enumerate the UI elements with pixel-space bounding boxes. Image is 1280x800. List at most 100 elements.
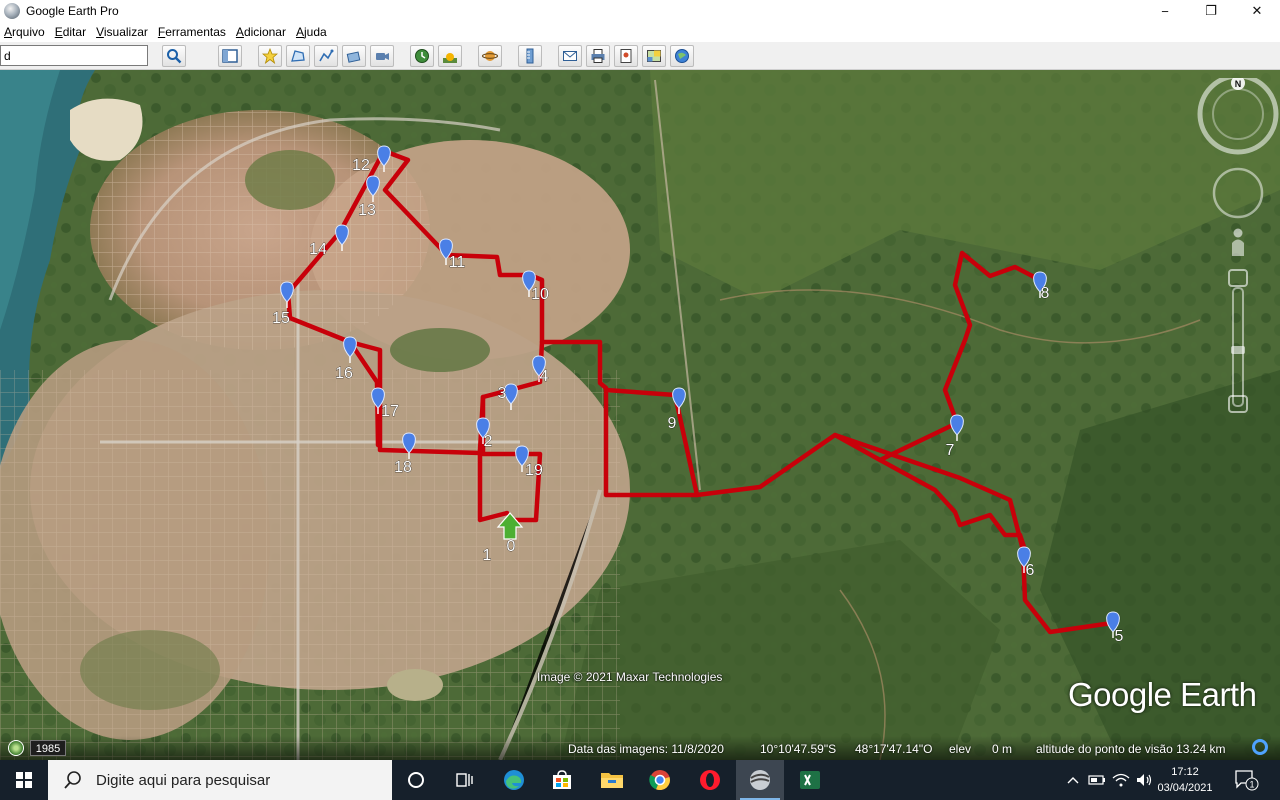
placemark-2[interactable]: 2 xyxy=(476,417,493,450)
pin-icon xyxy=(504,383,518,405)
compass-ring[interactable]: N xyxy=(1197,78,1279,155)
save-image-button[interactable] xyxy=(614,45,638,67)
historical-imagery-icon[interactable] xyxy=(8,740,24,756)
menu-ajuda[interactable]: Ajuda xyxy=(292,25,333,39)
path-icon xyxy=(319,49,334,62)
menu-editar[interactable]: Editar xyxy=(51,25,92,39)
history-icon xyxy=(415,49,429,63)
placemark-label: 7 xyxy=(946,442,955,459)
taskbar-search-box[interactable]: Digite aqui para pesquisar xyxy=(48,760,392,800)
print-icon xyxy=(591,49,605,63)
tray-overflow-button[interactable] xyxy=(1062,760,1084,800)
sunlight-button[interactable] xyxy=(438,45,462,67)
file-explorer-button[interactable] xyxy=(588,760,636,800)
placemark-14[interactable]: 14 xyxy=(309,224,349,258)
chrome-icon xyxy=(649,770,670,791)
menu-visualizar[interactable]: Visualizar xyxy=(92,25,154,39)
sidebar-toggle-button[interactable] xyxy=(218,45,242,67)
email-button[interactable] xyxy=(558,45,582,67)
store-button[interactable] xyxy=(538,760,586,800)
placemark-3[interactable]: 3 xyxy=(497,383,518,410)
start-button[interactable] xyxy=(0,760,48,800)
opera-icon xyxy=(700,770,720,790)
placemark-label: 15 xyxy=(272,310,290,327)
excel-button[interactable] xyxy=(786,760,834,800)
placemark-5[interactable]: 5 xyxy=(1106,611,1124,645)
google-maps-button[interactable] xyxy=(670,45,694,67)
search-button[interactable] xyxy=(162,45,186,67)
add-path-button[interactable] xyxy=(314,45,338,67)
map-viewport[interactable]: 0 1 2 3 4 5 6 7 8 9 10 11 12 13 14 15 16 17 18 19 N Image ©… xyxy=(0,70,1280,760)
placemark-6[interactable]: 6 xyxy=(1017,546,1035,579)
placemark-1[interactable]: 1 xyxy=(482,547,492,565)
placemark-8[interactable]: 8 xyxy=(1033,271,1050,302)
placemark-13[interactable]: 13 xyxy=(358,175,380,219)
menu-arquivo[interactable]: Arquivo xyxy=(0,25,51,39)
view-in-maps-button[interactable] xyxy=(642,45,666,67)
placemarks-svg: 0123456789101112131415161718 19 xyxy=(272,145,1124,645)
placemark-9[interactable]: 9 xyxy=(667,387,686,432)
cortana-button[interactable] xyxy=(392,760,440,800)
menu-adicionar[interactable]: Adicionar xyxy=(232,25,292,39)
record-tour-button[interactable] xyxy=(370,45,394,67)
ruler-button[interactable] xyxy=(518,45,542,67)
placemark-12[interactable]: 12 xyxy=(352,145,391,174)
wifi-button[interactable] xyxy=(1110,760,1132,800)
pin-icon xyxy=(343,336,357,358)
placemark-17[interactable]: 17 xyxy=(371,387,399,420)
historical-imagery-button[interactable] xyxy=(410,45,434,67)
placemark-4[interactable]: 4 xyxy=(532,355,549,385)
placemark-7[interactable]: 7 xyxy=(945,414,964,459)
longitude-readout: 48°17'47.14"O xyxy=(855,742,933,756)
placemark-15[interactable]: 15 xyxy=(272,281,294,327)
home-icon xyxy=(496,512,524,540)
task-view-button[interactable] xyxy=(440,760,488,800)
switch-planet-button[interactable] xyxy=(478,45,502,67)
save-image-icon xyxy=(620,49,632,63)
placemark-0[interactable]: 0 xyxy=(496,512,524,555)
window-controls: − ❐ ✕ xyxy=(1142,0,1280,22)
cortana-icon xyxy=(408,772,424,788)
placemark-19[interactable]: 19 xyxy=(515,445,543,479)
add-overlay-button[interactable] xyxy=(342,45,366,67)
close-button[interactable]: ✕ xyxy=(1234,0,1280,22)
placemark-label: 3 xyxy=(498,385,507,402)
zoom-slider[interactable] xyxy=(1228,269,1248,413)
look-joystick[interactable] xyxy=(1212,167,1264,219)
placemark-18[interactable]: 18 xyxy=(394,432,416,476)
map-view-icon xyxy=(647,50,661,62)
sun-icon xyxy=(443,53,457,63)
battery-button[interactable] xyxy=(1086,760,1108,800)
restore-button[interactable]: ❐ xyxy=(1188,0,1234,22)
chrome-button[interactable] xyxy=(636,760,684,800)
navigation-control[interactable]: N xyxy=(1196,78,1280,418)
chevron-up-icon xyxy=(1067,777,1079,784)
menu-ferramentas[interactable]: Ferramentas xyxy=(154,25,232,39)
menu-bar: Arquivo Editar Visualizar Ferramentas Ad… xyxy=(0,22,1280,42)
placemark-11[interactable]: 11 xyxy=(439,238,466,271)
pin-icon xyxy=(377,145,391,167)
status-bar: 1985 Data das imagens: 11/8/2020 10°10'4… xyxy=(0,736,1280,760)
placemark-label: 2 xyxy=(484,433,493,450)
add-placemark-button[interactable] xyxy=(258,45,282,67)
placemark-label: 14 xyxy=(309,241,327,258)
search-input[interactable] xyxy=(0,45,148,66)
placemark-16[interactable]: 16 xyxy=(335,336,357,382)
task-view-icon xyxy=(456,773,473,787)
add-polygon-button[interactable] xyxy=(286,45,310,67)
google-earth-taskbar-button[interactable] xyxy=(736,760,784,800)
edge-button[interactable] xyxy=(490,760,538,800)
minimize-button[interactable]: − xyxy=(1142,0,1188,22)
placemark-label: 8 xyxy=(1041,285,1050,302)
print-button[interactable] xyxy=(586,45,610,67)
opera-button[interactable] xyxy=(686,760,734,800)
notification-center-button[interactable]: 1 xyxy=(1232,768,1260,792)
system-clock[interactable]: 17:12 03/04/2021 xyxy=(1150,764,1220,796)
imagery-year-badge[interactable]: 1985 xyxy=(30,740,66,756)
maps-icon xyxy=(675,49,689,63)
placemark-label: 5 xyxy=(1115,628,1124,645)
placemark-10[interactable]: 10 xyxy=(522,270,549,303)
street-view-icon[interactable] xyxy=(1232,228,1244,257)
placemark-label: 10 xyxy=(531,286,549,303)
placemark-label: 19 xyxy=(525,462,543,479)
